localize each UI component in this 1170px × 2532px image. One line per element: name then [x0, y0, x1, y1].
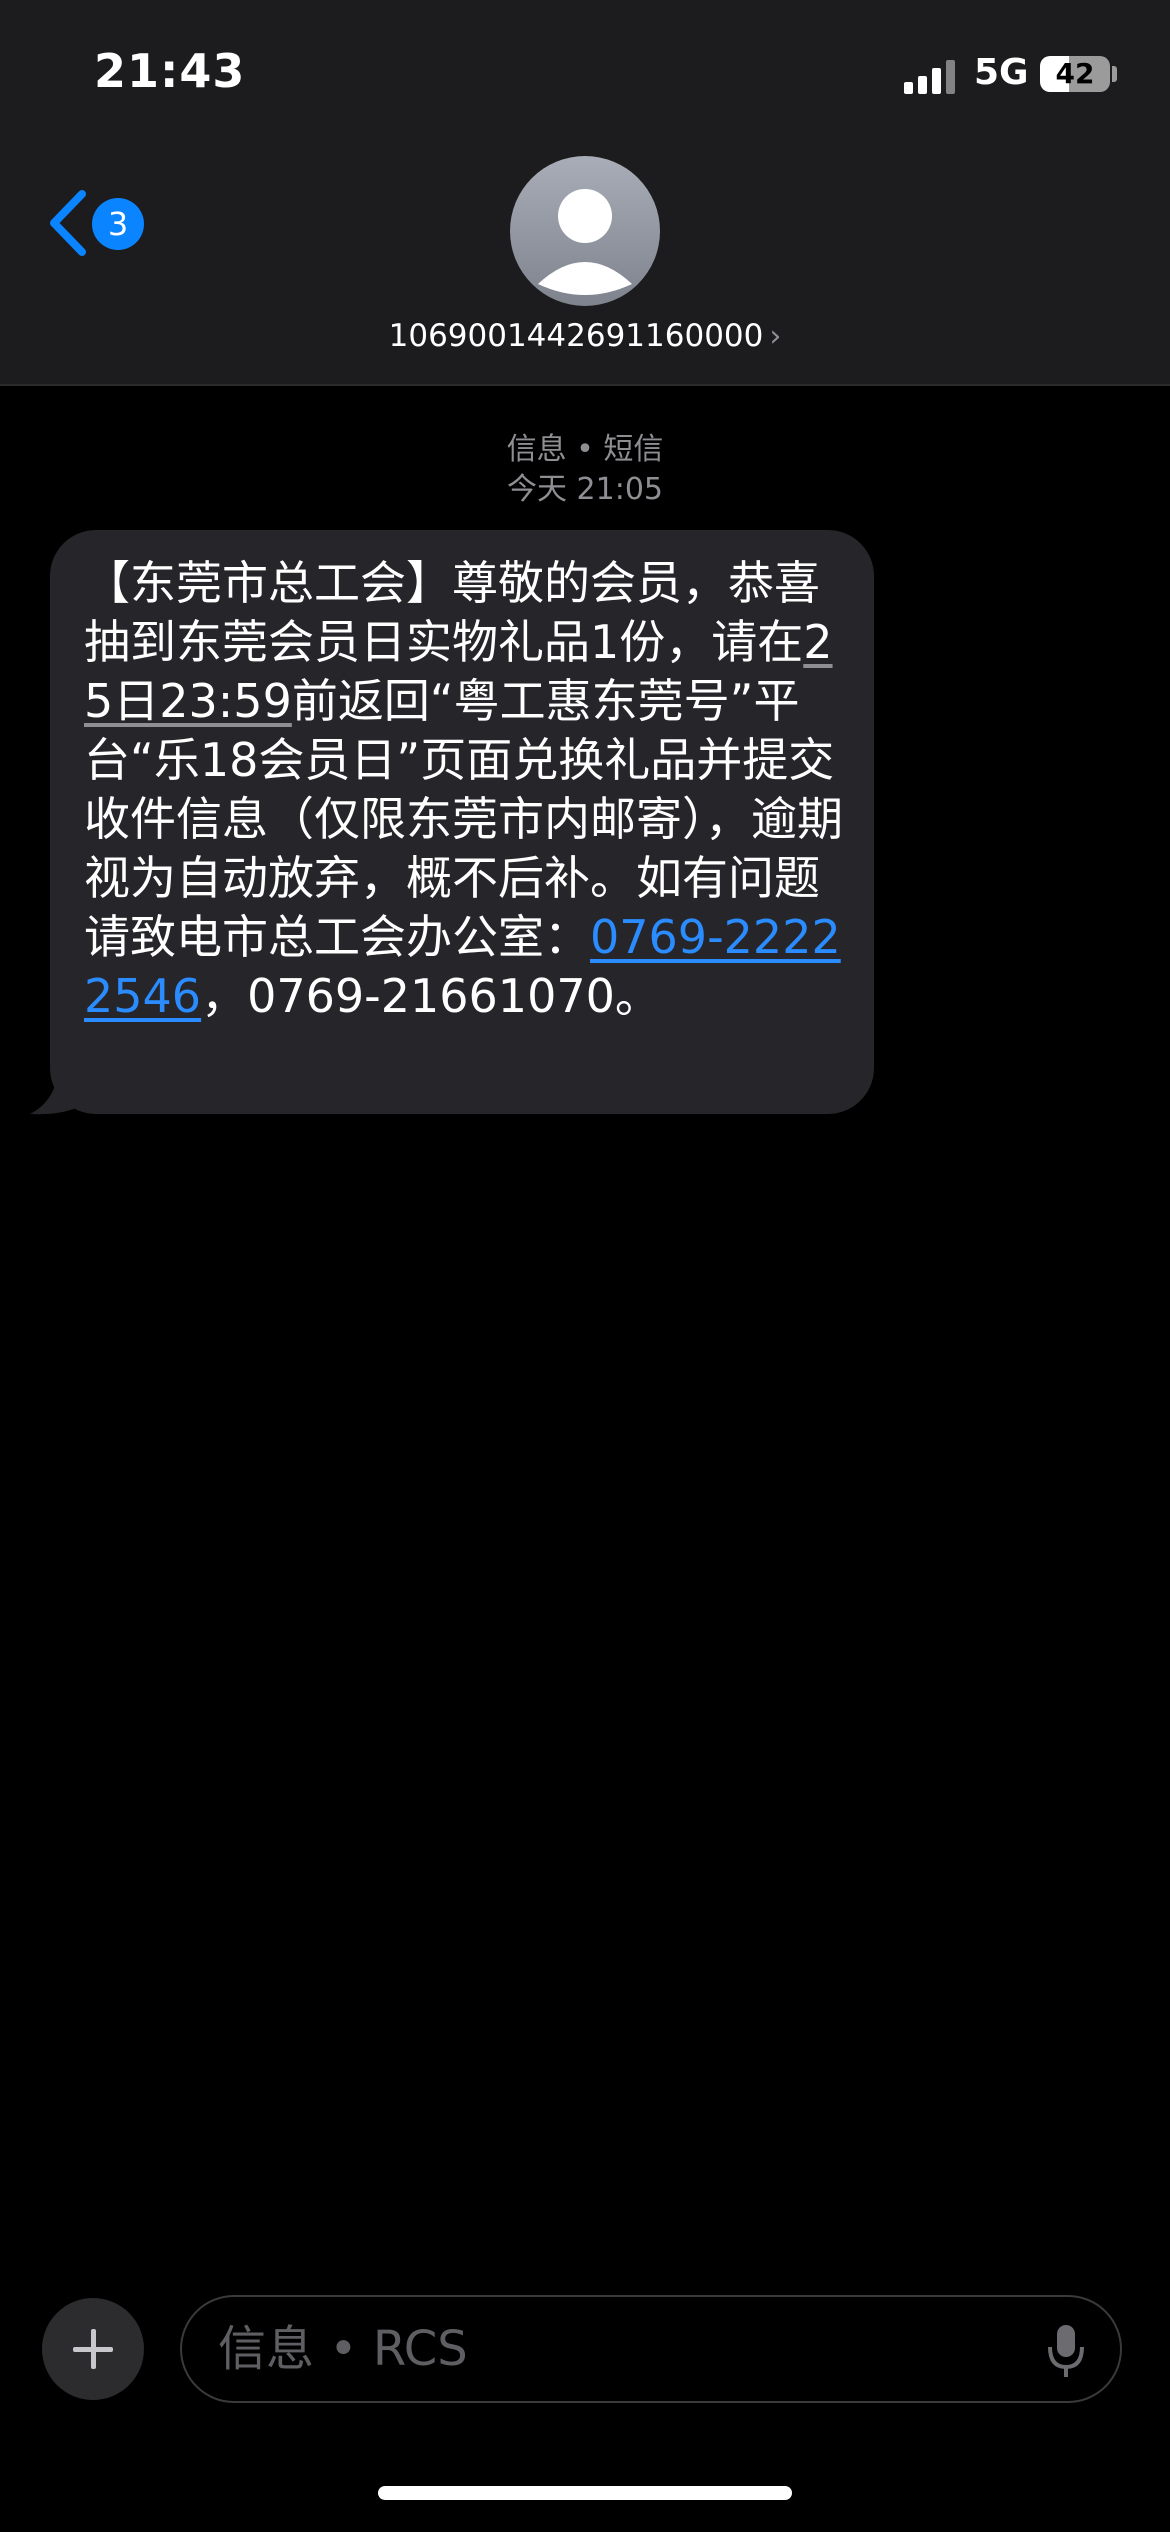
contact-avatar[interactable]: [510, 156, 660, 306]
message-timestamp: 今天 21:05: [507, 472, 663, 507]
chevron-left-icon: [50, 190, 86, 256]
conversation-header: 21:43 5G 42 3 1069001442691160000 ›: [0, 0, 1170, 386]
incoming-message-bubble[interactable]: 【东莞市总工会】尊敬的会员，恭喜抽到东莞会员日实物礼品1份，请在25日23:59…: [50, 530, 874, 1114]
home-indicator[interactable]: [378, 2486, 792, 2500]
microphone-icon[interactable]: [1046, 2323, 1086, 2379]
unread-count-badge: 3: [92, 198, 144, 250]
chevron-right-icon: ›: [769, 319, 782, 354]
message-input-container[interactable]: [180, 2295, 1122, 2403]
message-input[interactable]: [218, 2297, 998, 2401]
status-time: 21:43: [94, 44, 246, 98]
signal-strength-icon: [904, 58, 960, 94]
message-service-label: 信息 • 短信: [506, 432, 664, 467]
battery-icon: 42: [1040, 56, 1110, 92]
add-attachment-button[interactable]: [42, 2298, 144, 2400]
message-text-part: ，0769-21661070。: [201, 969, 661, 1023]
message-text-part: 【东莞市总工会】尊敬的会员，恭喜抽到东莞会员日实物礼品1份，请在: [84, 556, 820, 669]
battery-tip: [1112, 66, 1117, 82]
network-type: 5G: [974, 52, 1029, 93]
back-button[interactable]: 3: [46, 186, 156, 266]
battery-level: 42: [1055, 57, 1095, 90]
messages-app: 21:43 5G 42 3 1069001442691160000 › 信息 •…: [0, 0, 1170, 2532]
person-icon: [538, 189, 632, 295]
contact-name[interactable]: 1069001442691160000 ›: [0, 318, 1170, 354]
message-text: 【东莞市总工会】尊敬的会员，恭喜抽到东莞会员日实物礼品1份，请在25日23:59…: [84, 554, 844, 1026]
contact-number: 1069001442691160000: [388, 318, 764, 354]
